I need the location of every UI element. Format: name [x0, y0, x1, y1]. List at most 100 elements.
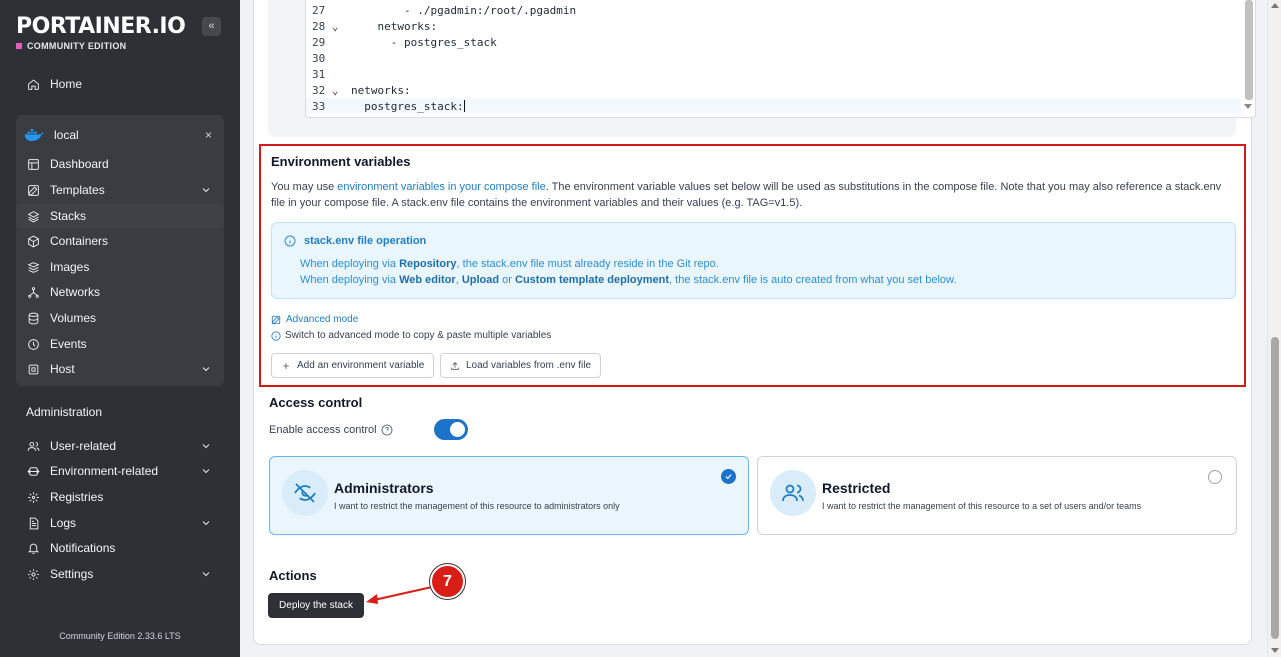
sidebar-item-images[interactable]: Images [16, 255, 224, 279]
environment-header[interactable]: local × [24, 121, 216, 149]
containers-icon [25, 233, 41, 249]
unselected-radio[interactable] [1208, 470, 1222, 484]
scroll-down-icon[interactable] [1271, 648, 1279, 653]
brand-name: PORTAINER.IO [16, 14, 186, 39]
code-line: 29 - postgres_stack [312, 35, 497, 49]
info-title: stack.env file operation [304, 235, 427, 247]
scroll-up-icon[interactable] [1271, 3, 1279, 8]
sidebar-item-notifications[interactable]: Notifications [16, 536, 224, 560]
selected-check-icon [721, 469, 736, 484]
brand-edition: COMMUNITY EDITION [16, 41, 185, 51]
sidebar-item-settings[interactable]: Settings [16, 562, 224, 586]
env-vars-description: You may use environment variables in you… [271, 181, 1222, 209]
chevron-down-icon [200, 465, 212, 477]
fold-chevron-icon[interactable]: ⌄ [332, 20, 339, 33]
collapse-sidebar-button[interactable]: « [202, 17, 221, 36]
sidebar-item-host[interactable]: Host [16, 357, 224, 381]
stack-env-info-box: stack.env file operation When deploying … [271, 222, 1236, 299]
code-line: 27 - ./pgadmin:/root/.pgadmin [312, 3, 577, 17]
info-line-editor: When deploying via Web editor, Upload or… [300, 274, 957, 286]
edition-square-icon [16, 43, 22, 49]
access-control-title: Access control [269, 395, 363, 410]
step-number-badge: 7 [430, 564, 465, 599]
images-icon [25, 259, 41, 275]
help-icon[interactable] [381, 424, 393, 436]
text-caret [463, 100, 465, 112]
advanced-mode-link[interactable]: Advanced mode [271, 314, 358, 325]
events-icon [25, 336, 41, 352]
chevron-down-icon [200, 517, 212, 529]
env-vars-title: Environment variables [271, 154, 411, 169]
environment-icon [25, 463, 41, 479]
sidebar-item-user-related[interactable]: User-related [16, 434, 224, 458]
fold-chevron-icon[interactable]: ⌄ [332, 84, 339, 97]
environment-name: local [54, 128, 79, 142]
sidebar-item-dashboard[interactable]: Dashboard [16, 152, 224, 176]
code-line: 30 [312, 51, 326, 65]
actions-title: Actions [269, 568, 317, 583]
deploy-stack-button[interactable]: Deploy the stack [268, 593, 364, 618]
info-icon [284, 235, 296, 247]
access-option-administrators[interactable]: Administrators I want to restrict the ma… [269, 456, 749, 535]
sidebar-item-home[interactable]: Home [16, 72, 224, 96]
code-line: 28 ⌄ networks: [312, 19, 438, 33]
users-icon [782, 484, 804, 502]
gear-icon [25, 566, 41, 582]
env-vars-docs-link[interactable]: environment variables in your compose fi… [337, 181, 546, 193]
code-line: 32 ⌄ networks: [312, 83, 411, 97]
chevron-down-icon [200, 184, 212, 196]
editor-scrollbar-thumb[interactable] [1245, 0, 1253, 100]
info-icon [271, 330, 281, 341]
sidebar-item-registries[interactable]: Registries [16, 485, 224, 509]
enable-access-control-label: Enable access control [269, 424, 393, 436]
version-footer: Community Edition 2.33.6 LTS [59, 631, 181, 641]
home-icon [25, 76, 41, 92]
compose-editor[interactable]: 27 - ./pgadmin:/root/.pgadmin 28 ⌄ netwo… [305, 0, 1256, 118]
chevron-down-icon [200, 568, 212, 580]
close-environment-icon[interactable]: × [205, 128, 212, 142]
advanced-mode-hint: Switch to advanced mode to copy & paste … [271, 330, 551, 341]
sidebar-item-environment-related[interactable]: Environment-related [16, 459, 224, 483]
sidebar-item-containers[interactable]: Containers [16, 229, 224, 253]
upload-icon [451, 361, 459, 370]
stacks-icon [25, 208, 41, 224]
dashboard-icon [25, 156, 41, 172]
templates-icon [25, 182, 41, 198]
environment-panel: local × Dashboard Templates Stacks Conta… [16, 115, 224, 386]
code-line: 31 [312, 67, 326, 81]
sidebar-item-logs[interactable]: Logs [16, 511, 224, 535]
sidebar: PORTAINER.IO COMMUNITY EDITION « Home lo… [0, 0, 240, 657]
load-env-file-button[interactable]: Load variables from .env file [440, 353, 602, 378]
sidebar-item-volumes[interactable]: Volumes [16, 306, 224, 330]
chevron-down-icon [200, 440, 212, 452]
registries-icon [25, 489, 41, 505]
environment-variables-section: Environment variables You may use enviro… [259, 144, 1246, 387]
edit-icon [271, 315, 281, 324]
chevron-down-icon [200, 363, 212, 375]
brand-logo[interactable]: PORTAINER.IO COMMUNITY EDITION [16, 14, 186, 51]
sidebar-item-stacks[interactable]: Stacks [16, 204, 224, 228]
administration-label: Administration [26, 405, 103, 419]
bell-icon [25, 540, 41, 556]
sidebar-item-templates[interactable]: Templates [16, 178, 224, 202]
page-scrollbar-thumb[interactable] [1271, 337, 1279, 639]
info-line-repository: When deploying via Repository, the stack… [300, 258, 719, 270]
access-option-restricted[interactable]: Restricted I want to restrict the manage… [757, 456, 1237, 535]
host-icon [25, 361, 41, 377]
editor-scroll-down-icon[interactable] [1244, 104, 1252, 109]
volumes-icon [25, 310, 41, 326]
docker-whale-icon [24, 129, 44, 141]
sidebar-item-networks[interactable]: Networks [16, 280, 224, 304]
main-content: 27 - ./pgadmin:/root/.pgadmin 28 ⌄ netwo… [240, 0, 1267, 657]
sidebar-item-events[interactable]: Events [16, 332, 224, 356]
code-line-current: 33 postgres_stack: [306, 98, 1241, 114]
add-env-variable-button[interactable]: Add an environment variable [271, 353, 435, 378]
page-scrollbar[interactable] [1267, 0, 1281, 657]
logs-icon [25, 515, 41, 531]
networks-icon [25, 284, 41, 300]
eye-off-icon [294, 483, 316, 503]
editor-container: 27 - ./pgadmin:/root/.pgadmin 28 ⌄ netwo… [268, 0, 1256, 137]
access-control-toggle[interactable] [434, 419, 468, 440]
annotation-arrow [366, 586, 433, 604]
plus-icon [283, 362, 289, 369]
